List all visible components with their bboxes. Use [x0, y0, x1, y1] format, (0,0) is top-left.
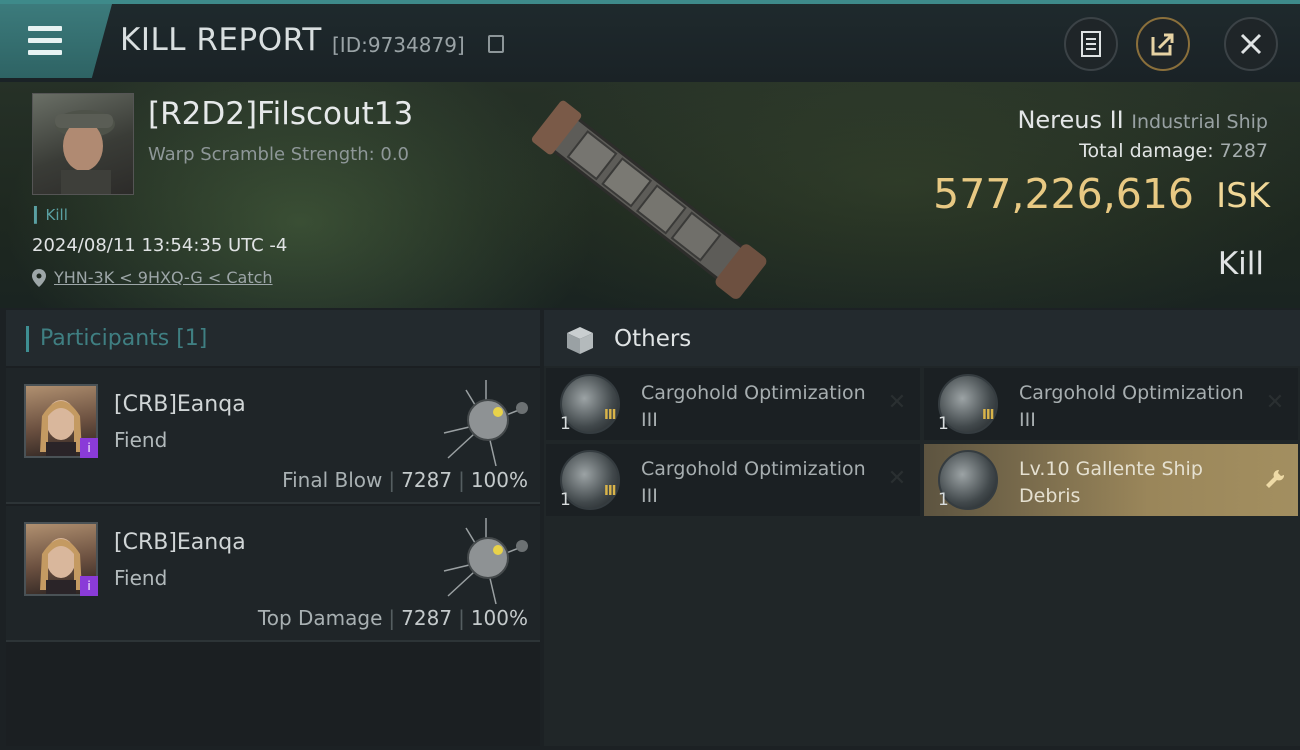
victim-portrait[interactable]: [32, 93, 134, 195]
isk-unit: ISK: [1216, 176, 1270, 216]
location-pin-icon: [32, 269, 46, 287]
page-title: KILL REPORT: [120, 22, 322, 58]
kill-time: 2024/08/11 13:54:35 UTC -4: [32, 235, 288, 256]
participants-panel: Participants [1] i [CRB]Eanqa Fiend Fina…: [6, 310, 540, 746]
participants-title: Participants [1]: [40, 326, 208, 351]
participant-percent: 100%: [470, 606, 528, 630]
top-bar: KILL REPORT [ID:9734879]: [0, 0, 1300, 82]
close-icon: [1240, 33, 1262, 55]
corp-badge: i: [80, 576, 98, 596]
item-tier: III: [982, 408, 994, 423]
kill-tag: ▎Kill: [34, 206, 68, 224]
ship-image: [531, 100, 767, 299]
item-quantity: 1: [938, 490, 949, 510]
wrench-icon[interactable]: [1264, 468, 1286, 490]
kill-tag-label: Kill: [45, 206, 68, 224]
participant-name[interactable]: [CRB]Eanqa: [114, 530, 246, 555]
participant-stat-label: Final Blow: [282, 468, 383, 492]
cube-icon: [567, 327, 593, 354]
wrench-glyph: [1266, 469, 1285, 488]
document-icon: [1081, 31, 1101, 57]
participant-row[interactable]: i [CRB]Eanqa Fiend Top Damage | 7287 | 100%: [6, 506, 540, 642]
drone-ship-icon: [443, 518, 528, 605]
participant-row[interactable]: i [CRB]Eanqa Fiend Final Blow | 7287 | 100%: [6, 368, 540, 504]
participants-header: Participants [1]: [6, 310, 540, 366]
corp-badge: i: [80, 438, 98, 458]
participant-damage: 7287: [401, 606, 453, 630]
total-damage-label: Total damage:: [1079, 140, 1214, 162]
total-damage: Total damage: 7287: [1079, 140, 1268, 162]
ship-class: Industrial Ship: [1131, 111, 1268, 133]
participant-ship: Fiend: [114, 566, 168, 590]
menu-button[interactable]: [0, 4, 112, 78]
item-quantity: 1: [560, 414, 571, 434]
participant-percent: 100%: [470, 468, 528, 492]
hamburger-icon: [28, 26, 62, 62]
drone-ship-icon: [443, 380, 528, 467]
ship-name: Nereus II Industrial Ship: [1017, 106, 1268, 134]
item-quantity: 1: [938, 414, 949, 434]
close-button[interactable]: [1224, 17, 1278, 71]
close-icon[interactable]: ✕: [886, 468, 908, 490]
participant-stats: Top Damage | 7287 | 100%: [257, 606, 528, 630]
participants-accent-bar: [26, 326, 29, 352]
share-icon: [1151, 33, 1174, 56]
close-icon[interactable]: ✕: [886, 392, 908, 414]
participant-stat-label: Top Damage: [257, 606, 383, 630]
item-card[interactable]: 1 III Cargohold Optimization III ✕: [924, 368, 1298, 440]
ship-name-text: Nereus II: [1017, 106, 1124, 134]
item-card[interactable]: 1 III Cargohold Optimization III ✕: [546, 444, 920, 516]
avatar[interactable]: i: [24, 522, 98, 596]
item-name: Cargohold Optimization III: [641, 458, 866, 507]
item-tier: III: [604, 484, 616, 499]
document-button[interactable]: [1064, 17, 1118, 71]
item-card[interactable]: 1 III Cargohold Optimization III ✕: [546, 368, 920, 440]
item-name: Cargohold Optimization III: [641, 382, 866, 431]
top-accent-line: [0, 0, 1300, 4]
item-name: Cargohold Optimization III: [1019, 382, 1244, 431]
location-link[interactable]: YHN-3K < 9HXQ-G < Catch: [54, 268, 273, 287]
item-quantity: 1: [560, 490, 571, 510]
report-id: [ID:9734879]: [332, 33, 465, 57]
item-card[interactable]: 1 Lv.10 Gallente Ship Debris: [924, 444, 1298, 516]
isk-value: 577,226,616: [933, 170, 1194, 218]
victim-panel: [R2D2]Filscout13 Warp Scramble Strength:…: [0, 82, 1300, 308]
others-title: Others: [614, 326, 692, 352]
kill-type: Kill: [1217, 246, 1264, 282]
participant-ship: Fiend: [114, 428, 168, 452]
close-icon[interactable]: ✕: [1264, 392, 1286, 414]
total-damage-value: 7287: [1219, 140, 1268, 162]
avatar[interactable]: i: [24, 384, 98, 458]
participant-damage: 7287: [401, 468, 453, 492]
item-tier: III: [604, 408, 616, 423]
warp-scramble-text: Warp Scramble Strength: 0.0: [148, 144, 410, 165]
participant-name[interactable]: [CRB]Eanqa: [114, 392, 246, 417]
others-header: Others: [544, 310, 1300, 366]
share-button[interactable]: [1136, 17, 1190, 71]
victim-name[interactable]: [R2D2]Filscout13: [148, 96, 413, 132]
others-panel: Others 1 III Cargohold Optimization III …: [544, 310, 1300, 746]
participant-stats: Final Blow | 7287 | 100%: [282, 468, 528, 492]
copy-icon[interactable]: [488, 35, 504, 53]
item-name: Lv.10 Gallente Ship Debris: [1019, 458, 1203, 507]
avatar: [55, 110, 115, 194]
